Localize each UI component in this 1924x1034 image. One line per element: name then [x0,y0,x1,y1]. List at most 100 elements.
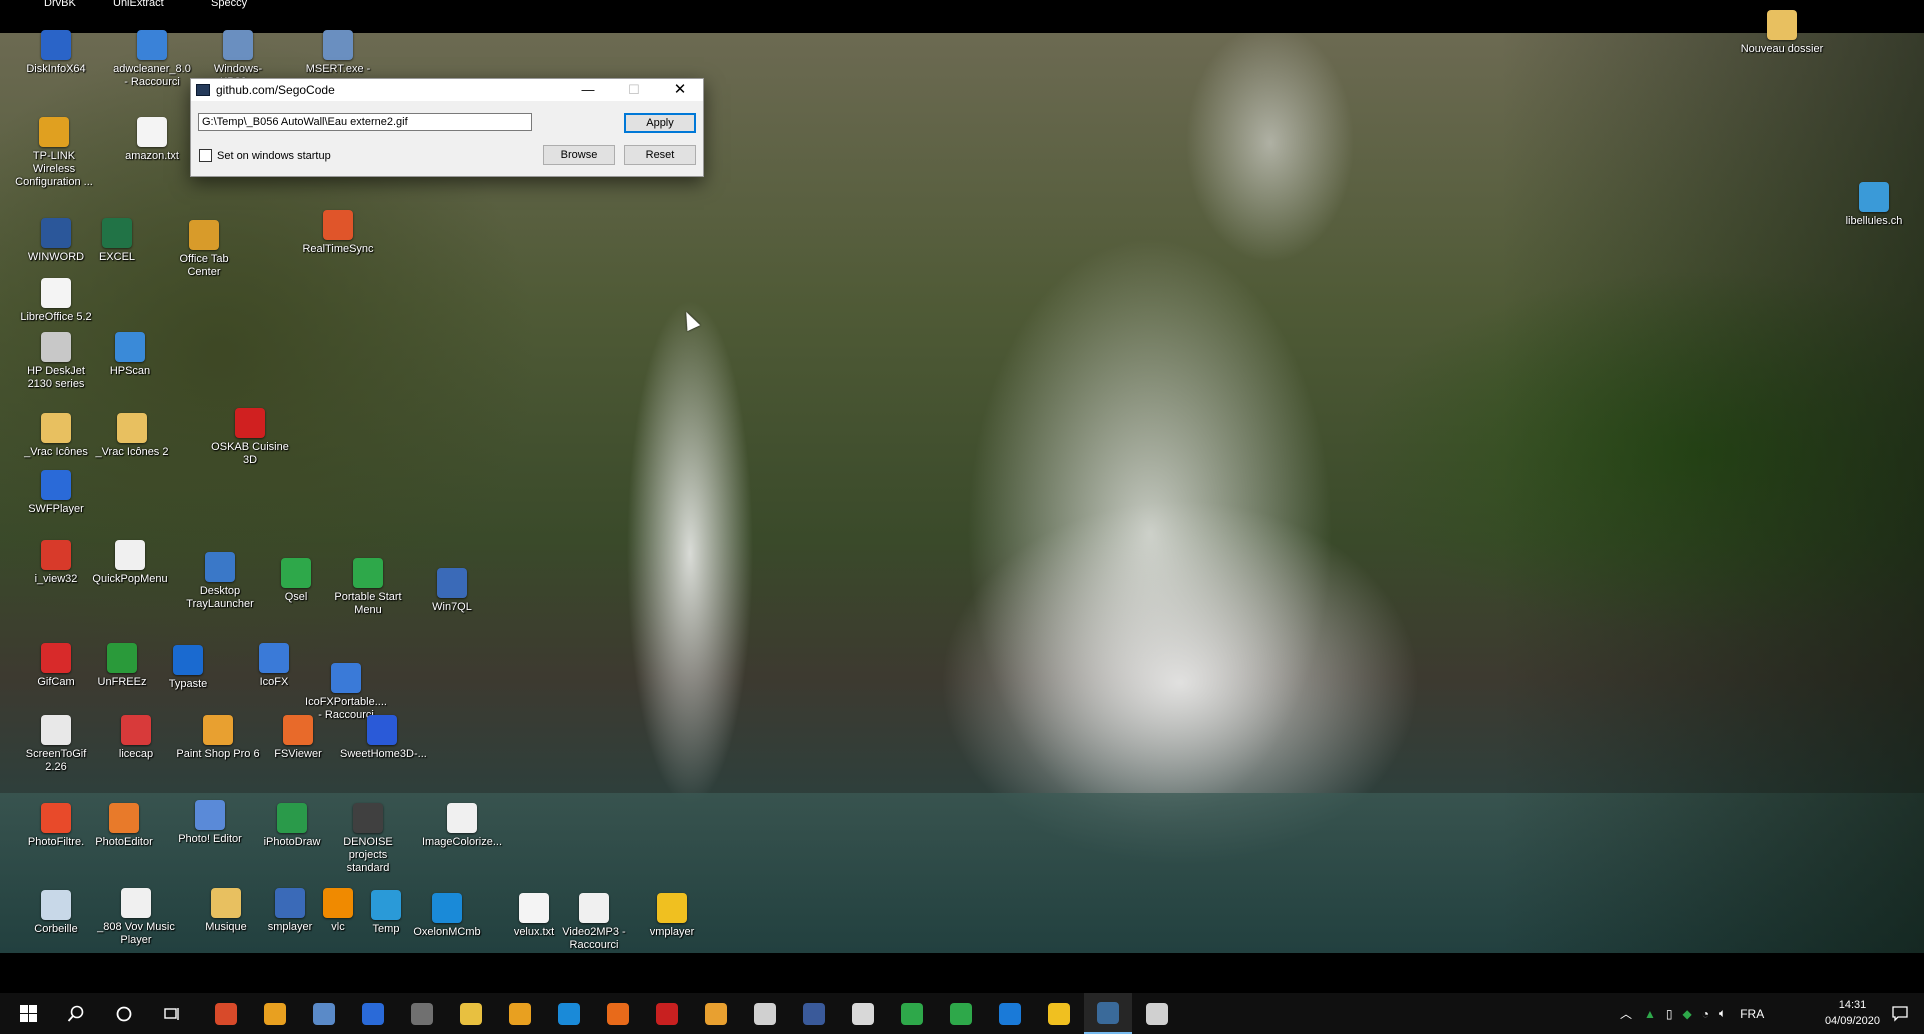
desktop-icon[interactable]: iPhotoDraw [250,803,334,849]
taskbar-app-button[interactable] [790,993,838,1034]
taskbar-app-button[interactable] [692,993,740,1034]
desktop-icon[interactable]: IcoFXPortable.... - Raccourci [304,663,388,722]
start-button[interactable] [4,993,52,1034]
desktop-icon[interactable]: vmplayer [630,893,714,939]
apply-button[interactable]: Apply [624,113,696,133]
taskbar-app-button[interactable] [1133,993,1181,1034]
desktop-icon[interactable]: _Vrac Icônes [14,413,98,459]
desktop-icon[interactable]: FSViewer [256,715,340,761]
desktop-icon-label: TP-LINK Wireless Configuration ... [15,150,93,188]
battery-icon[interactable]: ▯ [1666,1007,1673,1021]
paint-shop-icon [203,715,233,745]
desktop-icon-label: _808 Vov Music Player [97,921,175,946]
desktop-icon[interactable]: TP-LINK Wireless Configuration ... [12,117,96,189]
adwcleaner-icon [137,30,167,60]
desktop-icon-label[interactable]: Speccy [211,0,247,9]
taskbar-app-button[interactable] [888,993,936,1034]
reset-button[interactable]: Reset [624,145,696,165]
taskbar-app-button[interactable] [594,993,642,1034]
taskbar-app-button[interactable] [398,993,446,1034]
taskbar-app-button[interactable] [545,993,593,1034]
broom-icon [264,1002,286,1025]
desktop-icon[interactable]: QuickPopMenu [88,540,172,586]
desktop-icon[interactable]: licecap [94,715,178,761]
desktop-icon[interactable]: i_view32 [14,540,98,586]
desktop-icon[interactable]: SWFPlayer [14,470,98,516]
taskbar-app-button[interactable] [741,993,789,1034]
taskbar-app-button[interactable] [1035,993,1083,1034]
desktop-icon[interactable]: HP DeskJet 2130 series [14,332,98,391]
desktop-icon[interactable]: LibreOffice 5.2 [14,278,98,324]
close-button[interactable]: ✕ [657,79,703,101]
taskbar-app-button[interactable] [349,993,397,1034]
volume-icon[interactable]: 🔈︎ [1719,1006,1726,1021]
edge-icon [558,1002,580,1025]
checkbox-box[interactable] [199,149,212,162]
browse-button[interactable]: Browse [543,145,615,165]
swf-icon [41,470,71,500]
desktop-icon-label[interactable]: DrvBK [44,0,76,9]
wallpaper-path-input[interactable] [198,113,532,131]
taskbar-app-button[interactable] [937,993,985,1034]
taskbar-app-button[interactable] [496,993,544,1034]
desktop-icon[interactable]: OSKAB Cuisine 3D [208,408,292,467]
desktop-icon[interactable]: DENOISE projects standard [326,803,410,875]
chevron-up-icon[interactable]: ︿ [1620,1005,1632,1022]
desktop-icon[interactable]: Office Tab Center [162,220,246,279]
clock-time: 14:31 [1838,999,1867,1011]
desktop-icon[interactable]: RealTimeSync [296,210,380,256]
desktop-icon[interactable]: _808 Vov Music Player [94,888,178,947]
desktop-icon[interactable]: ScreenToGif 2.26 [14,715,98,774]
desktop-icon-label: _Vrac Icônes 2 [95,446,169,458]
desktop-icon[interactable]: libellules.ch [1832,182,1916,228]
inkscape-icon [754,1002,776,1025]
desktop-icon-label[interactable]: UniExtract [113,0,164,9]
taskbar-app-button[interactable] [202,993,250,1034]
desktop-icon[interactable]: Nouveau dossier [1740,10,1824,56]
desktop-icon[interactable]: EXCEL [75,218,159,264]
taskbar-app-button[interactable] [643,993,691,1034]
desktop-icon[interactable]: Video2MP3 - Raccourci [552,893,636,952]
taskbar-app-button[interactable] [251,993,299,1034]
desktop-icon[interactable]: HPScan [88,332,172,378]
word-icon [41,218,71,248]
desktop-icon[interactable]: Desktop TrayLauncher [178,552,262,611]
video-file-icon [579,893,609,923]
title-bar[interactable]: github.com/SegoCode — ☐ ✕ [191,79,703,101]
desktop-icon[interactable]: adwcleaner_8.0 - Raccourci [110,30,194,89]
desktop-icon[interactable]: DiskInfoX64 [14,30,98,76]
desktop-icon[interactable]: Corbeille [14,890,98,936]
tray-app-icon[interactable]: ▲ [1644,1007,1656,1021]
desktop-icon[interactable]: _Vrac Icônes 2 [90,413,174,459]
desktop-icon[interactable]: Portable Start Menu [326,558,410,617]
network-icon[interactable]: ◔ [1702,1007,1709,1021]
desktop-icon[interactable]: Paint Shop Pro 6 [176,715,260,761]
taskbar-app-button[interactable] [986,993,1034,1034]
clock[interactable]: 14:31 04/09/2020 [1825,997,1880,1029]
startup-checkbox[interactable]: Set on windows startup [199,149,331,162]
cortana-button[interactable] [100,993,148,1034]
desktop-icon[interactable]: amazon.txt [110,117,194,163]
desktop-icon[interactable]: OxelonMCmb [405,893,489,939]
desktop-icon[interactable]: MSERT.exe - [296,30,380,76]
desktop-icon[interactable]: SweetHome3D-... [340,715,427,761]
desktop-icon[interactable]: ImageColorize... [420,803,504,849]
web-shortcut-icon [1859,182,1889,212]
search-button[interactable] [52,993,100,1034]
notifications-button[interactable] [1876,993,1924,1034]
taskbar-app-button[interactable] [839,993,887,1034]
taskbar-app-button[interactable] [1084,993,1132,1034]
desktop-icon-label: amazon.txt [125,150,179,162]
desktop-icon[interactable]: PhotoEditor [82,803,166,849]
taskbar-app-button[interactable] [447,993,495,1034]
language-indicator[interactable]: FRA [1740,1007,1764,1021]
desktop-icon[interactable]: Photo! Editor [168,800,252,846]
tray-app-icon[interactable]: ◆ [1683,1007,1692,1021]
minimize-button[interactable]: — [565,79,611,101]
desktop-icon[interactable]: Win7QL [410,568,494,614]
taskbar-app-button[interactable] [300,993,348,1034]
task-view-button[interactable] [148,993,196,1034]
desktop-icon[interactable]: Typaste [146,645,230,691]
photofiltre-icon [41,803,71,833]
desktop-icon-label: licecap [118,748,154,760]
